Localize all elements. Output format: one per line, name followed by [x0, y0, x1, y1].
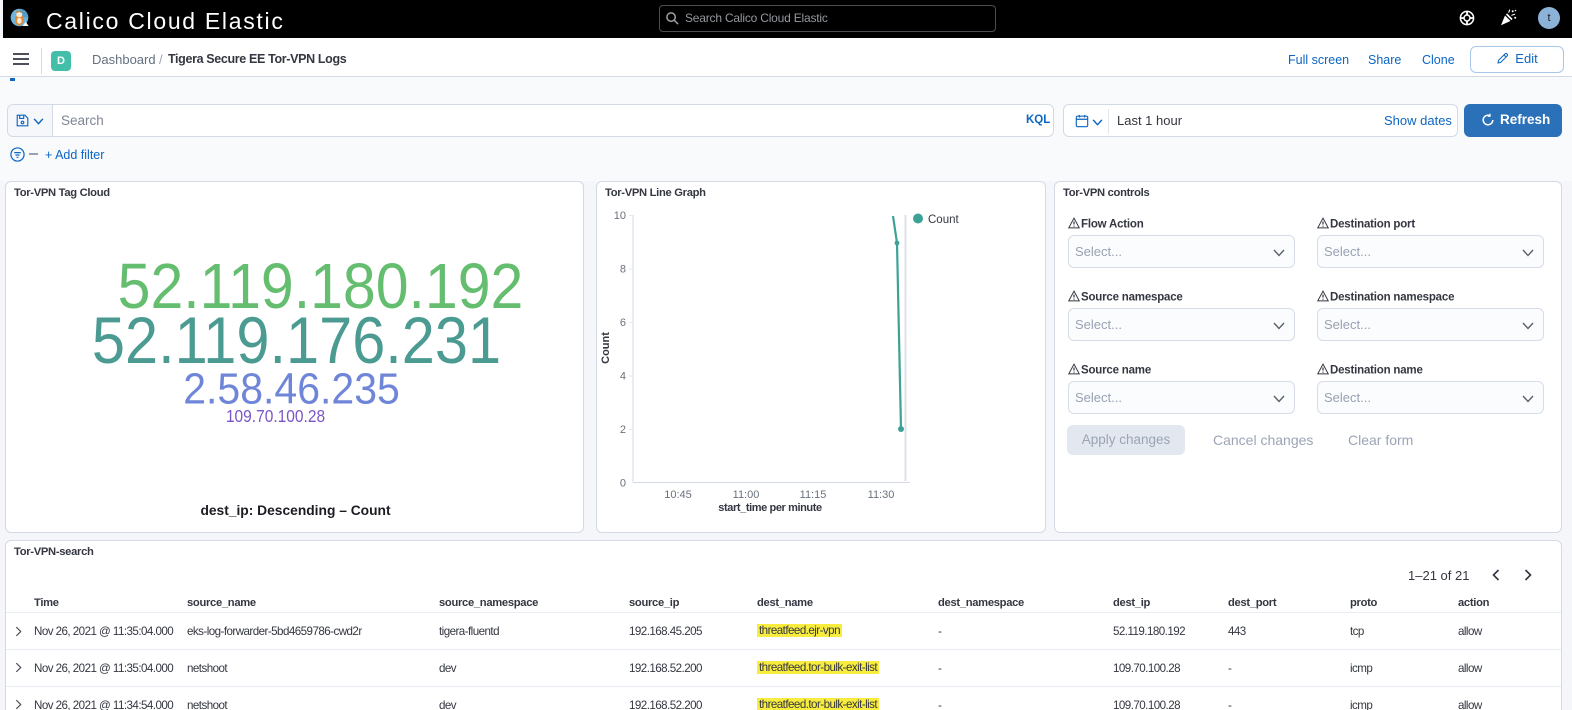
svg-text:10:45: 10:45: [664, 489, 692, 501]
svg-text:4: 4: [620, 371, 626, 383]
svg-text:11:30: 11:30: [868, 489, 895, 501]
svg-text:6: 6: [620, 317, 626, 329]
svg-text:11:00: 11:00: [733, 489, 760, 501]
svg-text:0: 0: [620, 478, 626, 490]
svg-text:start_time per minute: start_time per minute: [718, 502, 822, 514]
svg-text:Count: Count: [928, 214, 959, 226]
svg-text:10: 10: [614, 210, 626, 222]
svg-text:Count: Count: [600, 332, 612, 364]
svg-text:11:15: 11:15: [800, 489, 827, 501]
svg-text:2: 2: [620, 424, 626, 436]
svg-text:8: 8: [620, 264, 626, 276]
